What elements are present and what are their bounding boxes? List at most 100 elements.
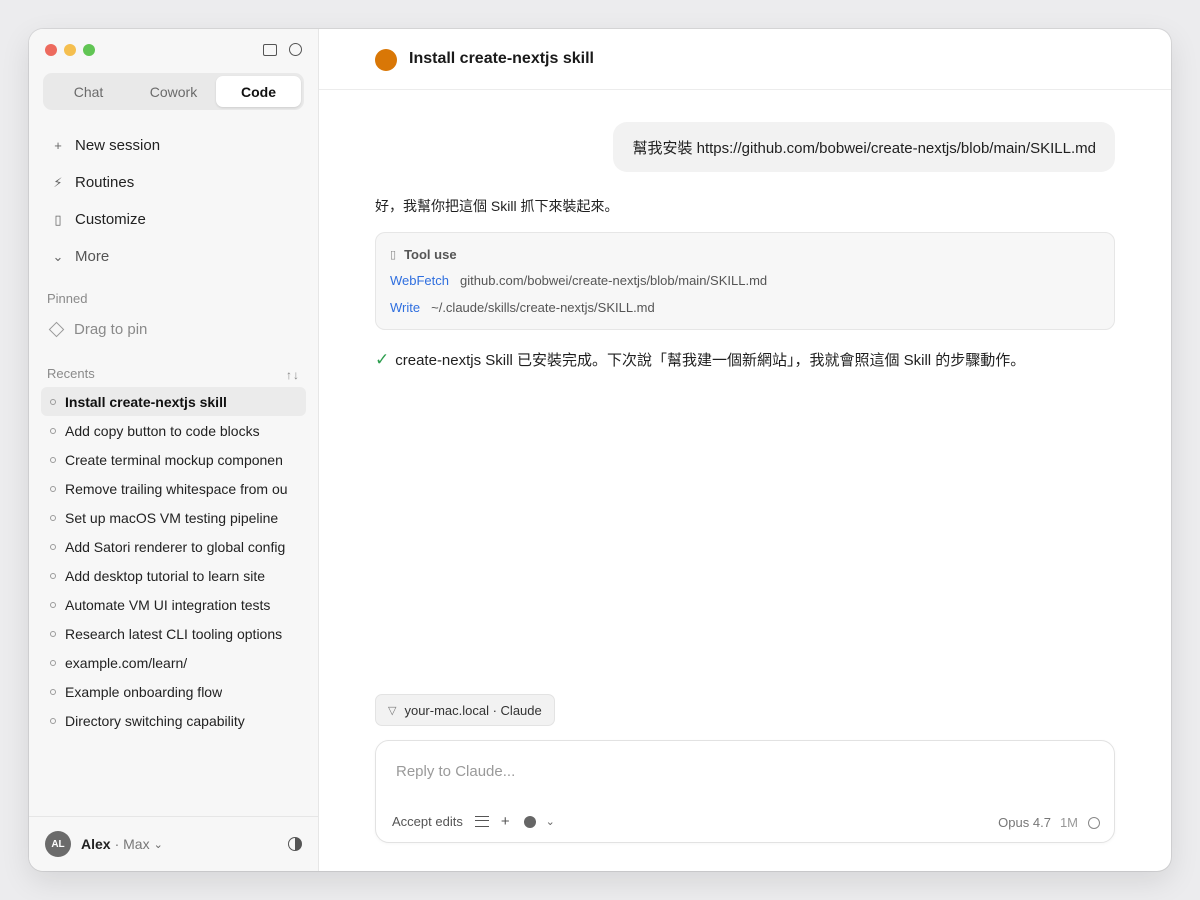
book-icon: ▯ (54, 211, 62, 227)
nav-label: Customize (75, 211, 146, 228)
user-message: 幫我安裝 https://github.com/bobwei/create-ne… (613, 122, 1115, 172)
session-dot-icon (50, 485, 56, 492)
session-status-icon (375, 49, 397, 71)
recent-title: Set up macOS VM testing pipeline (65, 509, 279, 526)
chevron-down-icon[interactable]: ⌄ (154, 838, 163, 851)
tool-use-card[interactable]: ▯ Tool use WebFetch github.com/bobwei/cr… (375, 232, 1115, 330)
result-text: create-nextjs Skill 已安裝完成。下次說「幫我建一個新網站」，… (395, 352, 1026, 369)
recent-session[interactable]: Example onboarding flow (41, 677, 306, 706)
assistant-message: 好，我幫你把這個 Skill 抓下來裝起來。 (375, 198, 619, 214)
sidebar-item-routines[interactable]: ⚡ Routines (41, 164, 307, 201)
window-toolbar (263, 43, 302, 56)
recent-title: Remove trailing whitespace from ou (65, 480, 288, 497)
environment-selector[interactable]: ▽ your-mac.local · Claude (375, 694, 555, 726)
recent-title: Add desktop tutorial to learn site (65, 567, 266, 584)
model-selector[interactable]: Opus 4.7 (998, 815, 1051, 830)
model-info: Opus 4.7 1M (998, 815, 1100, 830)
avatar[interactable]: AL (45, 831, 71, 857)
recent-title: Research latest CLI tooling options (65, 625, 283, 642)
tool-use-header: ▯ Tool use (390, 245, 1100, 263)
triangle-down-icon: ▽ (388, 704, 397, 717)
zoom-window-button[interactable] (83, 44, 95, 56)
recent-session[interactable]: Install create-nextjs skill (41, 387, 306, 416)
recent-session[interactable]: Add copy button to code blocks (41, 416, 306, 445)
pin-drop-zone[interactable]: Drag to pin (48, 321, 147, 338)
status-circle-icon[interactable] (289, 43, 302, 56)
composer-toolbar: Accept edits + ⌄ (392, 813, 555, 830)
theme-toggle-icon[interactable] (288, 837, 302, 851)
nav-label: Routines (75, 174, 135, 191)
sidebar-toggle-icon[interactable] (263, 43, 277, 56)
nav-label: More (75, 248, 110, 265)
main-panel: Install create-nextjs skill 幫我安裝 https:/… (319, 29, 1171, 871)
environment-label: your-mac.local · Claude (404, 702, 542, 718)
recent-session[interactable]: Add desktop tutorial to learn site (41, 561, 306, 590)
recent-session[interactable]: example.com/learn/ (41, 648, 306, 677)
recent-title: Create terminal mockup componen (65, 451, 283, 468)
tab-code[interactable]: Code (216, 76, 301, 107)
menu-icon[interactable] (474, 816, 489, 827)
account-bar: AL Alex · Max ⌄ (29, 816, 318, 871)
minimize-window-button[interactable] (64, 44, 76, 56)
recent-title: Add Satori renderer to global config (65, 538, 286, 555)
plus-icon: + (54, 138, 62, 153)
recent-title: Directory switching capability (65, 712, 245, 729)
recent-session[interactable]: Research latest CLI tooling options (41, 619, 306, 648)
lightning-icon: ⚡ (53, 174, 63, 190)
session-dot-icon (50, 427, 56, 434)
tool-use-label: Tool use (404, 246, 457, 262)
tool-name: WebFetch (390, 273, 450, 288)
tool-icon: ▯ (390, 248, 397, 261)
recent-session[interactable]: Directory switching capability (41, 706, 306, 735)
pin-icon (48, 321, 65, 338)
sort-icon[interactable]: ↑↓ (286, 368, 300, 382)
session-dot-icon (50, 543, 56, 550)
add-attachment-icon[interactable]: + (501, 813, 510, 830)
mode-switch: Chat Cowork Code (43, 73, 304, 110)
tool-name: Write (390, 300, 421, 315)
user-plan[interactable]: · Max (115, 836, 150, 852)
recent-session[interactable]: Set up macOS VM testing pipeline (41, 503, 306, 532)
sidebar-item-more[interactable]: ⌄ More (41, 238, 307, 275)
context-usage-icon[interactable] (1088, 816, 1100, 829)
recent-session[interactable]: Remove trailing whitespace from ou (41, 474, 306, 503)
tool-call: Write ~/.claude/skills/create-nextjs/SKI… (390, 294, 1100, 321)
record-icon[interactable] (523, 815, 536, 828)
nav-label: New session (75, 137, 161, 154)
window-controls (45, 44, 95, 56)
context-size: 1M (1059, 815, 1078, 830)
recent-title: Example onboarding flow (65, 683, 223, 700)
session-dot-icon (50, 717, 56, 724)
new-session-button[interactable]: + New session (41, 127, 307, 164)
session-header: Install create-nextjs skill (319, 29, 1171, 90)
recent-title: Add copy button to code blocks (65, 422, 260, 439)
recents-heading: Recents (47, 366, 95, 381)
session-dot-icon (50, 688, 56, 695)
sidebar-nav: + New session ⚡ Routines ▯ Customize ⌄ M… (41, 127, 307, 275)
session-dot-icon (50, 398, 56, 405)
recent-session[interactable]: Create terminal mockup componen (41, 445, 306, 474)
assistant-result: ✓ create-nextjs Skill 已安裝完成。下次說「幫我建一個新網站… (375, 349, 1025, 370)
reply-input[interactable] (396, 763, 996, 780)
tool-call: WebFetch github.com/bobwei/create-nextjs… (390, 267, 1100, 294)
recent-session[interactable]: Add Satori renderer to global config (41, 532, 306, 561)
tab-chat[interactable]: Chat (46, 76, 131, 107)
permission-mode-button[interactable]: Accept edits (392, 814, 463, 829)
session-dot-icon (50, 572, 56, 579)
sidebar-item-customize[interactable]: ▯ Customize (41, 201, 307, 238)
pinned-heading: Pinned (47, 291, 88, 306)
recent-title: Automate VM UI integration tests (65, 596, 271, 613)
recent-session[interactable]: Automate VM UI integration tests (41, 590, 306, 619)
close-window-button[interactable] (45, 44, 57, 56)
chevron-down-icon[interactable]: ⌄ (546, 815, 555, 828)
session-dot-icon (50, 659, 56, 666)
tool-argument: github.com/bobwei/create-nextjs/blob/mai… (460, 273, 768, 288)
recents-list: Install create-nextjs skill Add copy but… (41, 387, 306, 735)
tool-argument: ~/.claude/skills/create-nextjs/SKILL.md (431, 300, 655, 315)
user-name[interactable]: Alex (81, 836, 111, 852)
app-window: Chat Cowork Code + New session ⚡ Routine… (29, 29, 1171, 871)
recent-title: example.com/learn/ (65, 654, 188, 671)
sidebar: Chat Cowork Code + New session ⚡ Routine… (29, 29, 319, 871)
chevron-down-icon: ⌄ (52, 248, 64, 264)
tab-cowork[interactable]: Cowork (131, 76, 216, 107)
